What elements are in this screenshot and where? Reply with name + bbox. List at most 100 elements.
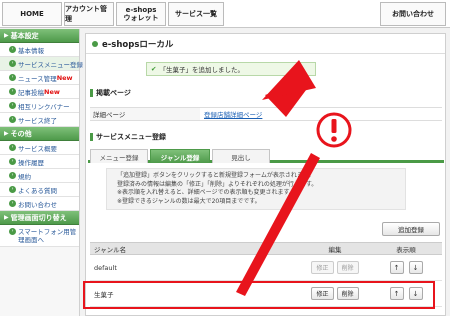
section-service-menu-label: サービスメニュー登録 — [96, 133, 166, 141]
sidebar-item-basic-info[interactable]: › 基本情報 — [0, 43, 79, 57]
title-bullet-icon — [92, 40, 98, 47]
page-title: e-shopsローカル — [86, 34, 445, 54]
nav-account[interactable]: アカウント管理 — [64, 2, 114, 26]
section-service-menu: サービスメニュー登録 — [90, 132, 166, 142]
header-genre-name: ジャンル名 — [94, 245, 127, 254]
main-panel: e-shopsローカル ✔ 「生菓子」を追加しました。 掲載ページ 詳細ページ 登… — [85, 33, 446, 316]
arrow-circle-icon: › — [9, 46, 16, 53]
sidebar-item-label: 操作履歴 — [18, 158, 44, 167]
sidebar-item-overview[interactable]: › サービス概要 — [0, 141, 79, 155]
check-icon: ✔ — [151, 65, 157, 73]
arrow-circle-icon: › — [9, 88, 16, 95]
arrow-circle-icon: › — [9, 144, 16, 151]
detail-page-link[interactable]: 登録店舗詳細ページ — [200, 109, 262, 119]
page-title-text: e-shopsローカル — [102, 39, 174, 50]
section-published-label: 掲載ページ — [96, 89, 131, 97]
sidebar: ▶ 基本設定 › 基本情報 › サービスメニュー登録 › ニュース管理 New › 記事投稿… — [0, 29, 83, 316]
sidebar-section-switch: ▶ 管理画面切り替え — [0, 211, 79, 225]
order-cell: ↑ ↓ — [370, 261, 442, 274]
sidebar-item-terms[interactable]: › 規約 — [0, 169, 79, 183]
edit-cell: 修正 削除 — [300, 287, 370, 300]
arrow-circle-icon: › — [9, 200, 16, 207]
move-down-button[interactable]: ↓ — [408, 287, 423, 300]
arrow-circle-icon: › — [9, 186, 16, 193]
move-up-button[interactable]: ↑ — [389, 261, 404, 274]
sidebar-item-label: サービス終了 — [18, 116, 57, 125]
tab-menu-register[interactable]: メニュー登録 — [90, 149, 148, 163]
sidebar-item-label: サービス概要 — [18, 144, 57, 153]
sidebar-item-label: よくある質問 — [18, 186, 57, 195]
table-header: ジャンル名 編集 表示順 — [90, 242, 442, 255]
arrow-circle-icon: › — [9, 158, 16, 165]
genre-name-cell: default — [94, 263, 117, 272]
arrow-circle-icon: › — [9, 74, 16, 81]
edit-button[interactable]: 修正 — [311, 261, 334, 274]
tab-genre-register[interactable]: ジャンル登録 — [150, 149, 210, 163]
sidebar-item-label: サービスメニュー登録 — [18, 60, 83, 69]
sidebar-section-title: 管理画面切り替え — [10, 213, 67, 222]
sidebar-item-history[interactable]: › 操作履歴 — [0, 155, 79, 169]
nav-home[interactable]: HOME — [2, 2, 62, 26]
sidebar-section-other: ▶ その他 — [0, 127, 79, 141]
instruction-line: 登録済みの情報は編集の「修正」「削除」よりそれぞれの処理が行えます。 — [117, 180, 318, 188]
nav-service-list[interactable]: サービス一覧 — [168, 2, 224, 26]
sidebar-item-label: 規約 — [18, 172, 31, 181]
tab-bar: メニュー登録 ジャンル登録 見出し — [88, 149, 444, 163]
genre-table: ジャンル名 編集 表示順 default 修正 削除 ↑ ↓ 生菓子 修正 削除… — [90, 242, 442, 307]
tab-heading[interactable]: 見出し — [212, 149, 270, 163]
instruction-box: 「追加登録」ボタンをクリックすると新規登録フォームが表示されます。 登録済みの情… — [106, 168, 406, 210]
section-marker-icon — [90, 133, 93, 141]
edit-button[interactable]: 修正 — [311, 287, 334, 300]
arrow-circle-icon: › — [9, 60, 16, 67]
section-arrow-icon: ▶ — [4, 214, 9, 221]
sidebar-item-label: お問い合わせ — [18, 200, 57, 209]
sidebar-section-basic: ▶ 基本設定 — [0, 29, 79, 43]
nav-eshops-label-1: e-shops — [125, 6, 157, 14]
sidebar-section-title: その他 — [10, 129, 32, 138]
sidebar-item-contact[interactable]: › お問い合わせ — [0, 197, 79, 211]
arrow-circle-icon: › — [9, 172, 16, 179]
sidebar-item-label: 相互リンクバナー — [18, 102, 70, 111]
edit-cell: 修正 削除 — [300, 261, 370, 274]
notice-text: 「生菓子」を追加しました。 — [159, 66, 244, 74]
new-badge: New — [44, 87, 60, 96]
sidebar-item-label: スマートフォン用管理画面へ — [18, 228, 77, 244]
genre-name-cell: 生菓子 — [94, 290, 114, 299]
sidebar-item-label: ニュース管理 — [18, 74, 57, 83]
move-down-button[interactable]: ↓ — [408, 261, 423, 274]
table-row: default 修正 削除 ↑ ↓ — [90, 255, 442, 281]
sidebar-item-smartphone[interactable]: › スマートフォン用管理画面へ — [0, 225, 79, 247]
sidebar-section-title: 基本設定 — [10, 31, 39, 40]
nav-eshops-label-2: ウォレット — [123, 14, 159, 22]
header-edit: 編集 — [328, 245, 342, 254]
sidebar-item-label: 基本情報 — [18, 46, 44, 55]
sidebar-item-link-banner[interactable]: › 相互リンクバナー — [0, 99, 79, 113]
instruction-line: ※登録できるジャンルの数は最大で20項目までです。 — [117, 197, 261, 205]
section-marker-icon — [90, 89, 93, 97]
section-arrow-icon: ▶ — [4, 32, 9, 39]
add-register-button[interactable]: 追加登録 — [382, 222, 440, 236]
new-badge: New — [56, 73, 73, 82]
top-nav: HOME アカウント管理 e-shops ウォレット サービス一覧 お問い合わせ — [0, 0, 450, 28]
sidebar-item-article[interactable]: › 記事投稿 New — [0, 85, 79, 99]
detail-page-row: 詳細ページ 登録店舗詳細ページ — [90, 107, 442, 121]
delete-button[interactable]: 削除 — [336, 261, 359, 274]
section-arrow-icon: ▶ — [4, 130, 9, 137]
arrow-circle-icon: › — [9, 228, 16, 235]
detail-page-label: 詳細ページ — [90, 108, 200, 120]
instruction-line: 「追加登録」ボタンをクリックすると新規登録フォームが表示されます。 — [117, 172, 315, 179]
delete-button[interactable]: 削除 — [336, 287, 359, 300]
success-notice: ✔ 「生菓子」を追加しました。 — [146, 62, 316, 76]
arrow-circle-icon: › — [9, 116, 16, 123]
nav-eshops-wallet[interactable]: e-shops ウォレット — [116, 2, 166, 26]
table-row: 生菓子 修正 削除 ↑ ↓ — [90, 281, 442, 307]
order-cell: ↑ ↓ — [370, 287, 442, 300]
nav-contact[interactable]: お問い合わせ — [380, 2, 446, 26]
sidebar-item-label: 記事投稿 — [18, 88, 44, 97]
sidebar-item-service-end[interactable]: › サービス終了 — [0, 113, 79, 127]
sidebar-item-service-menu[interactable]: › サービスメニュー登録 — [0, 57, 83, 71]
sidebar-item-faq[interactable]: › よくある質問 — [0, 183, 79, 197]
header-order: 表示順 — [396, 245, 416, 254]
sidebar-item-news[interactable]: › ニュース管理 New — [0, 71, 79, 85]
move-up-button[interactable]: ↑ — [389, 287, 404, 300]
